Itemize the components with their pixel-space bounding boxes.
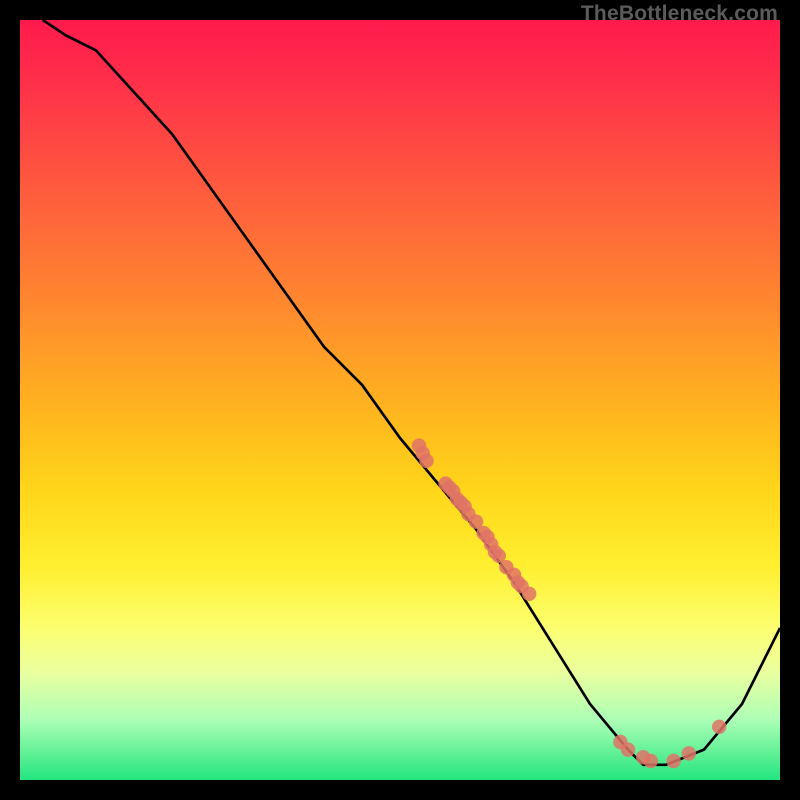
data-point [419,454,433,468]
data-point [666,754,680,768]
data-point [621,742,635,756]
plot-area [20,20,780,780]
data-point [712,720,726,734]
data-point [644,754,658,768]
data-points [412,438,727,768]
bottleneck-curve-svg [20,20,780,780]
bottleneck-curve [43,20,780,765]
chart-stage: TheBottleneck.com [0,0,800,800]
data-point [682,746,696,760]
data-point [522,587,536,601]
